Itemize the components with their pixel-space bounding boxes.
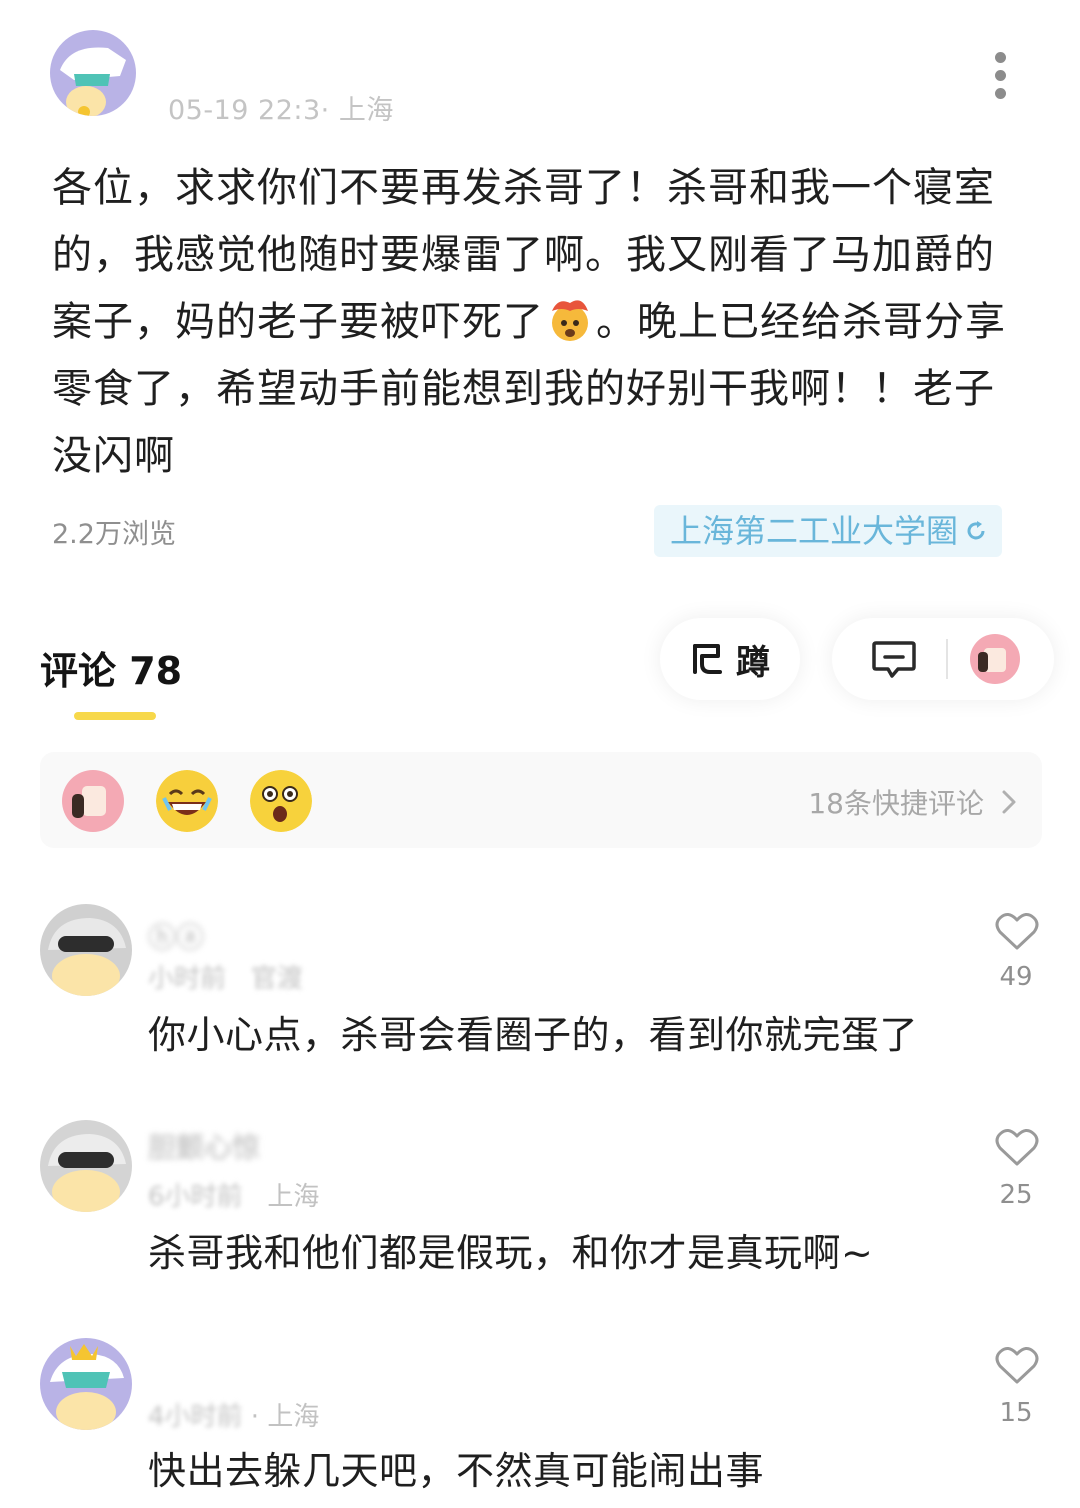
comment-avatar[interactable] bbox=[40, 904, 132, 996]
exploding-head-icon bbox=[544, 295, 596, 343]
post-meta: 05-19 22:3· 上海 bbox=[168, 95, 394, 126]
comment-location: 上海 bbox=[267, 1402, 320, 1432]
comment-action-group bbox=[832, 618, 1054, 700]
circle-tag-label: 上海第二工业大学圈 bbox=[670, 512, 959, 550]
comment-author-name[interactable]: ⓗⓐ bbox=[148, 916, 204, 956]
comment-meta: 小时前 官渡 bbox=[148, 958, 303, 995]
comment-avatar[interactable] bbox=[40, 1120, 132, 1212]
like-count: 25 bbox=[999, 1180, 1033, 1210]
post-author-avatar[interactable] bbox=[50, 30, 136, 116]
comment-bubble-icon[interactable] bbox=[870, 637, 918, 681]
comment-text: 杀哥我和他们都是假玩，和你才是真玩啊~ bbox=[148, 1231, 874, 1275]
dun-button[interactable]: 蹲 bbox=[660, 618, 800, 700]
circle-tag[interactable]: 上海第二工业大学圈 bbox=[654, 505, 1003, 557]
comment-location: 上海 bbox=[267, 1182, 320, 1212]
heart-icon[interactable] bbox=[994, 910, 1040, 952]
comment-time: 6小时前 bbox=[148, 1182, 243, 1212]
heart-icon[interactable] bbox=[994, 1344, 1040, 1386]
comment-text: 快出去躲几天吧，不然真可能闹出事 bbox=[148, 1449, 765, 1493]
comment-text: 你小心点，杀哥会看圈子的，看到你就完蛋了 bbox=[148, 1013, 919, 1057]
active-tab-indicator bbox=[74, 712, 156, 720]
comment-location: 官渡 bbox=[250, 964, 303, 994]
divider bbox=[946, 639, 948, 679]
view-count: 2.2万浏览 bbox=[52, 519, 176, 550]
current-user-avatar[interactable] bbox=[970, 634, 1020, 684]
comment-meta: 6小时前 上海 bbox=[148, 1176, 319, 1213]
quick-comment-bar[interactable]: 18条快捷评论 bbox=[40, 752, 1042, 848]
laughing-face-icon[interactable] bbox=[156, 770, 218, 832]
dun-label: 蹲 bbox=[736, 642, 770, 683]
comment-avatar[interactable] bbox=[40, 1338, 132, 1430]
more-options-icon[interactable] bbox=[984, 52, 1016, 102]
comment-time: 小时前 bbox=[148, 964, 227, 994]
comment-time: 4小时前 bbox=[148, 1402, 243, 1432]
like-count: 49 bbox=[999, 962, 1033, 992]
shocked-face-icon[interactable] bbox=[250, 770, 312, 832]
like-count: 15 bbox=[999, 1398, 1033, 1428]
squat-icon bbox=[693, 644, 722, 674]
post-content: 各位，求求你们不要再发杀哥了！杀哥和我一个寝室的，我感觉他随时要爆雷了啊。我又刚… bbox=[52, 155, 1027, 490]
chevron-right-icon[interactable] bbox=[998, 788, 1020, 816]
comment-meta: 4小时前 · 上海 bbox=[148, 1402, 320, 1432]
comments-title[interactable]: 评论 78 bbox=[40, 640, 182, 695]
comment-author-name[interactable]: 胆颤心惊 bbox=[148, 1126, 260, 1166]
thumbs-up-icon[interactable] bbox=[62, 770, 124, 832]
quick-comment-count: 18条快捷评论 bbox=[808, 787, 984, 820]
heart-icon[interactable] bbox=[994, 1126, 1040, 1168]
refresh-arrow-icon bbox=[967, 521, 985, 540]
